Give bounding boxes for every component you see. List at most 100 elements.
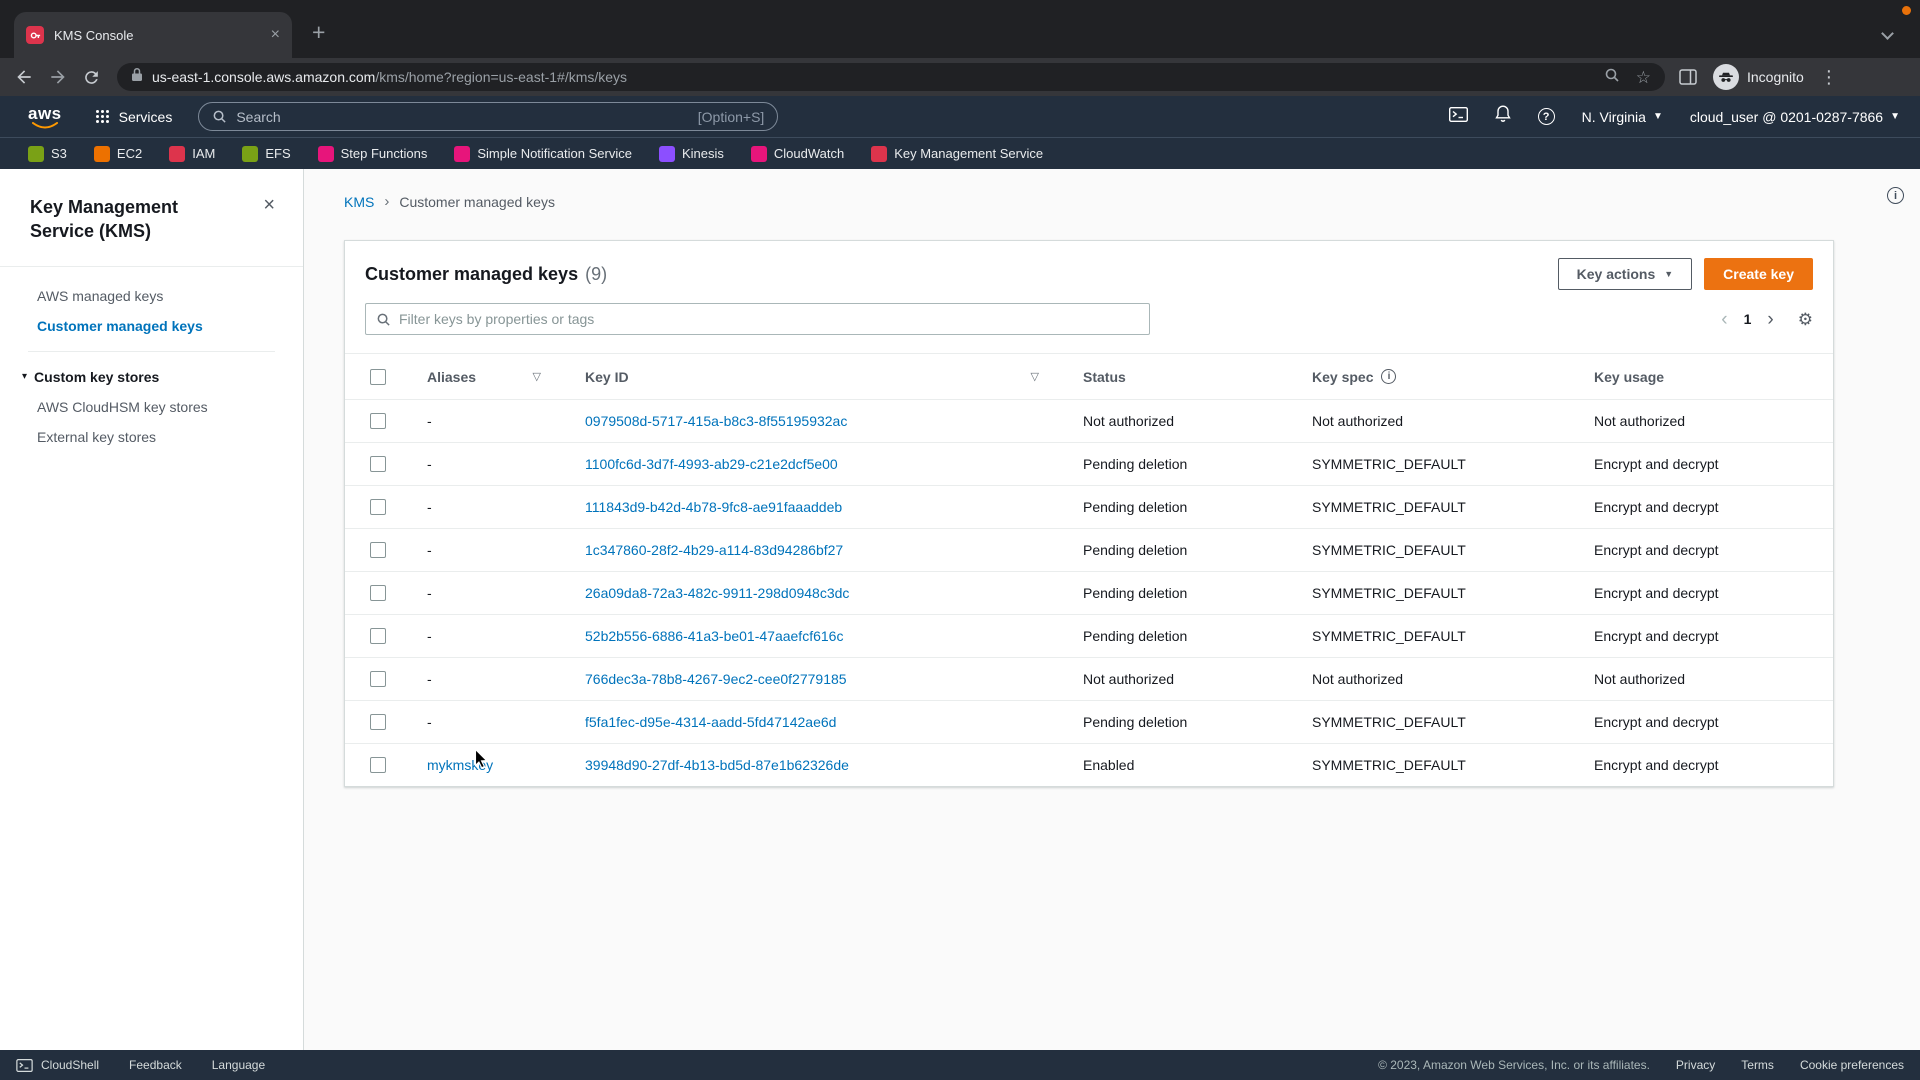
column-header-aliases: Aliases	[427, 369, 476, 385]
info-panel-icon[interactable]: i	[1887, 187, 1904, 204]
sidebar-item-customer-managed-keys[interactable]: Customer managed keys	[0, 311, 303, 341]
section-caret-icon: ▾	[22, 372, 27, 382]
filter-key-id-icon[interactable]: ▽	[1031, 370, 1039, 383]
breadcrumb-current: Customer managed keys	[399, 194, 555, 210]
row-checkbox[interactable]	[370, 413, 386, 429]
current-page[interactable]: 1	[1744, 311, 1752, 327]
back-button[interactable]	[14, 67, 34, 87]
sidebar-item-aws-managed-keys[interactable]: AWS managed keys	[0, 281, 303, 311]
row-checkbox[interactable]	[370, 456, 386, 472]
key-usage-cell: Not authorized	[1578, 671, 1833, 687]
key-id-link[interactable]: 111843d9-b42d-4b78-9fc8-ae91faaaddeb	[569, 499, 1067, 515]
tab-close-icon[interactable]: ×	[271, 27, 280, 43]
region-selector[interactable]: N. Virginia ▼	[1582, 109, 1663, 125]
sidebar-section-label: Custom key stores	[34, 369, 159, 385]
row-checkbox[interactable]	[370, 714, 386, 730]
key-id-link[interactable]: f5fa1fec-d95e-4314-aadd-5fd47142ae6d	[569, 714, 1067, 730]
favorite-service[interactable]: Step Functions	[318, 146, 428, 162]
search-placeholder: Search	[236, 109, 280, 125]
service-icon	[28, 146, 44, 162]
help-icon[interactable]: ?	[1538, 108, 1555, 125]
side-panel-icon[interactable]	[1679, 69, 1697, 85]
favorite-service[interactable]: EFS	[242, 146, 290, 162]
next-page-icon[interactable]: ›	[1767, 310, 1773, 329]
row-checkbox[interactable]	[370, 542, 386, 558]
cloudshell-icon[interactable]	[1449, 107, 1468, 127]
key-usage-cell: Encrypt and decrypt	[1578, 499, 1833, 515]
language-button[interactable]: Language	[212, 1058, 265, 1072]
sidebar-item-external-key-stores[interactable]: External key stores	[0, 422, 303, 452]
browser-tab[interactable]: KMS Console ×	[14, 12, 292, 58]
sidebar-item-cloudhsm-key-stores[interactable]: AWS CloudHSM key stores	[0, 392, 303, 422]
alias-link[interactable]: mykmskey	[411, 757, 569, 773]
key-spec-info-icon[interactable]: i	[1381, 369, 1396, 384]
cookie-preferences-link[interactable]: Cookie preferences	[1800, 1058, 1904, 1072]
forward-button[interactable]	[48, 67, 68, 87]
key-spec-cell: SYMMETRIC_DEFAULT	[1296, 585, 1578, 601]
service-icon	[318, 146, 334, 162]
create-key-button[interactable]: Create key	[1704, 258, 1813, 290]
key-spec-cell: SYMMETRIC_DEFAULT	[1296, 757, 1578, 773]
key-id-link[interactable]: 52b2b556-6886-41a3-be01-47aaefcf616c	[569, 628, 1067, 644]
table-settings-gear-icon[interactable]: ⚙	[1798, 311, 1813, 328]
key-id-link[interactable]: 0979508d-5717-415a-b8c3-8f55195932ac	[569, 413, 1067, 429]
key-id-link[interactable]: 1100fc6d-3d7f-4993-ab29-c21e2dcf5e00	[569, 456, 1067, 472]
services-menu-button[interactable]: Services	[96, 109, 173, 125]
service-icon	[871, 146, 887, 162]
sidebar-section-custom-key-stores[interactable]: ▾ Custom key stores	[0, 362, 303, 392]
filter-aliases-icon[interactable]: ▽	[533, 370, 541, 383]
tab-search-icon[interactable]	[1883, 25, 1892, 43]
aws-logo[interactable]: aws	[28, 105, 62, 129]
row-checkbox[interactable]	[370, 671, 386, 687]
page-search-icon[interactable]	[1604, 67, 1620, 88]
new-tab-button[interactable]: +	[312, 21, 325, 44]
favorite-label: Simple Notification Service	[477, 146, 632, 161]
pagination: ‹ 1 › ⚙	[1721, 310, 1813, 329]
select-all-checkbox[interactable]	[370, 369, 386, 385]
filter-keys-input[interactable]	[399, 311, 1139, 327]
reload-button[interactable]	[82, 68, 101, 87]
previous-page-icon[interactable]: ‹	[1721, 310, 1727, 329]
lock-icon[interactable]	[131, 67, 143, 87]
keys-table-card: Customer managed keys (9) Key actions ▼ …	[344, 240, 1834, 787]
favorite-service[interactable]: S3	[28, 146, 67, 162]
alias-cell: -	[411, 628, 569, 644]
table-row: - 1c347860-28f2-4b29-a114-83d94286bf27 P…	[345, 528, 1833, 571]
key-id-link[interactable]: 39948d90-27df-4b13-bd5d-87e1b62326de	[569, 757, 1067, 773]
key-usage-cell: Encrypt and decrypt	[1578, 628, 1833, 644]
row-checkbox[interactable]	[370, 585, 386, 601]
url-bar[interactable]: us-east-1.console.aws.amazon.com/kms/hom…	[117, 63, 1665, 91]
favorite-service[interactable]: Kinesis	[659, 146, 724, 162]
browser-menu-icon[interactable]: ⋮	[1820, 67, 1838, 88]
breadcrumb-kms-link[interactable]: KMS	[344, 194, 374, 210]
key-spec-cell: SYMMETRIC_DEFAULT	[1296, 499, 1578, 515]
notifications-bell-icon[interactable]	[1495, 105, 1511, 128]
favorite-service[interactable]: EC2	[94, 146, 142, 162]
row-checkbox[interactable]	[370, 757, 386, 773]
account-menu[interactable]: cloud_user @ 0201-0287-7866 ▼	[1690, 109, 1900, 125]
key-id-link[interactable]: 1c347860-28f2-4b29-a114-83d94286bf27	[569, 542, 1067, 558]
alias-cell: -	[411, 671, 569, 687]
privacy-link[interactable]: Privacy	[1676, 1058, 1715, 1072]
terms-link[interactable]: Terms	[1741, 1058, 1774, 1072]
key-actions-button[interactable]: Key actions ▼	[1558, 258, 1693, 290]
favorite-service[interactable]: IAM	[169, 146, 215, 162]
key-id-link[interactable]: 26a09da8-72a3-482c-9911-298d0948c3dc	[569, 585, 1067, 601]
key-usage-cell: Encrypt and decrypt	[1578, 456, 1833, 472]
key-spec-cell: SYMMETRIC_DEFAULT	[1296, 542, 1578, 558]
favorite-service[interactable]: CloudWatch	[751, 146, 844, 162]
bookmark-star-icon[interactable]: ☆	[1636, 69, 1651, 86]
service-icon	[659, 146, 675, 162]
browser-toolbar: us-east-1.console.aws.amazon.com/kms/hom…	[0, 58, 1920, 96]
key-usage-cell: Encrypt and decrypt	[1578, 585, 1833, 601]
feedback-button[interactable]: Feedback	[129, 1058, 182, 1072]
row-checkbox[interactable]	[370, 628, 386, 644]
favorite-service[interactable]: Simple Notification Service	[454, 146, 632, 162]
favorite-service[interactable]: Key Management Service	[871, 146, 1043, 162]
row-checkbox[interactable]	[370, 499, 386, 515]
side-navigation: Key Management Service (KMS) × AWS manag…	[0, 169, 304, 1050]
close-icon[interactable]: ×	[263, 195, 275, 215]
cloudshell-button[interactable]: CloudShell	[16, 1058, 99, 1072]
key-id-link[interactable]: 766dec3a-78b8-4267-9ec2-cee0f2779185	[569, 671, 1067, 687]
console-search-input[interactable]: Search [Option+S]	[198, 102, 778, 131]
